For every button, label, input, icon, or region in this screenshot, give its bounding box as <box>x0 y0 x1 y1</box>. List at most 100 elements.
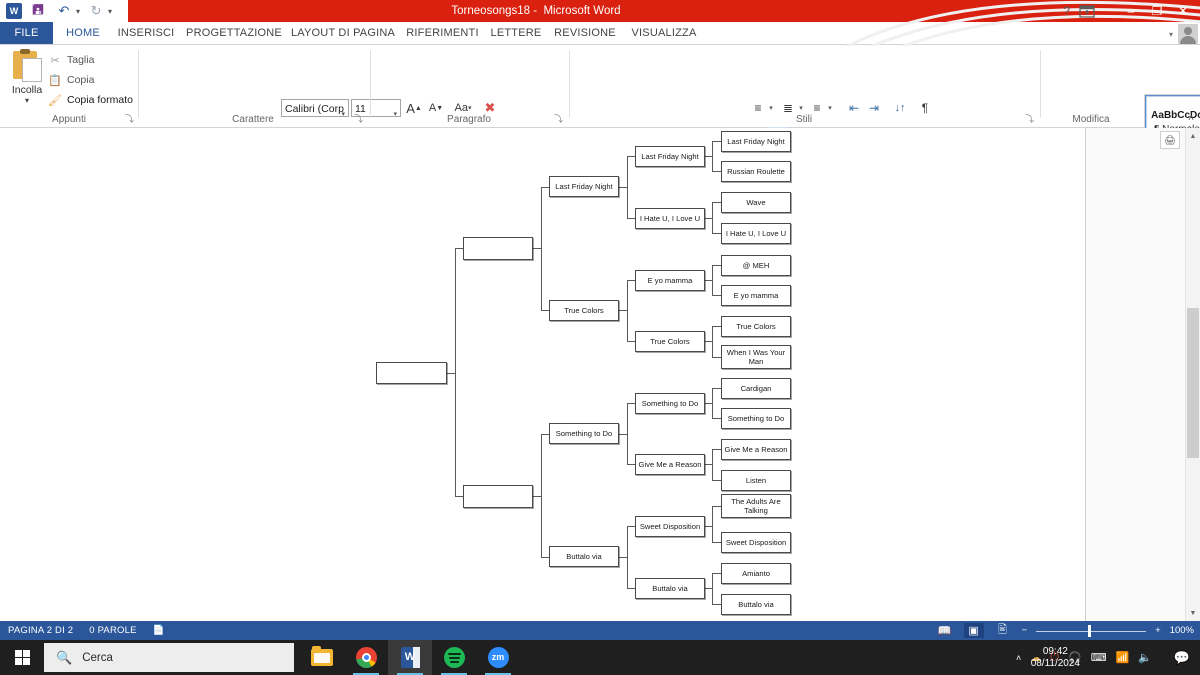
bracket-node-r1-9[interactable]: Cardigan <box>721 378 791 399</box>
cut-button[interactable]: ✂ Taglia <box>48 53 94 67</box>
save-icon[interactable]: 🖪 <box>28 1 48 21</box>
zoom-icon[interactable] <box>476 640 520 675</box>
wifi-icon[interactable]: 📶 <box>1116 651 1130 664</box>
zoom-thumb[interactable] <box>1088 624 1092 637</box>
avatar[interactable] <box>1178 24 1198 44</box>
redo-icon[interactable]: ↻ <box>86 1 106 21</box>
help-icon[interactable]: ? <box>1063 0 1070 22</box>
tab-home[interactable]: HOME <box>56 22 110 45</box>
page-indicator[interactable]: PAGINA 2 DI 2 <box>8 625 73 636</box>
bracket-node-r1-1[interactable]: Last Friday Night <box>721 131 791 152</box>
bracket-node-r1-12[interactable]: Listen <box>721 470 791 491</box>
bracket-node-r3-4[interactable]: Buttalo via <box>549 546 619 567</box>
bracket-node-r3-1[interactable]: Last Friday Night <box>549 176 619 197</box>
zoom-in-button[interactable]: + <box>1155 625 1161 636</box>
bracket-node-r1-7[interactable]: True Colors <box>721 316 791 337</box>
bracket-node-r1-15[interactable]: Amianto <box>721 563 791 584</box>
paste-caret-icon[interactable]: ▾ <box>6 96 48 105</box>
bracket-node-r1-5[interactable]: @ MEH <box>721 255 791 276</box>
format-painter-button[interactable]: 🖌 Copia formato <box>48 93 133 107</box>
customize-qat-icon[interactable]: ▾ <box>108 7 112 16</box>
copy-label: Copia <box>67 74 95 86</box>
bracket-node-r2-4[interactable]: True Colors <box>635 331 705 352</box>
bracket-node-r1-13[interactable]: The Adults Are Talking <box>721 494 791 518</box>
web-layout-icon[interactable]: 🖹 <box>993 623 1013 638</box>
action-center-icon[interactable]: 💬 <box>1174 640 1190 675</box>
zoom-level[interactable]: 100% <box>1170 625 1194 636</box>
appunti-dialog-launcher[interactable]: ⤵ <box>125 112 134 125</box>
bracket-node-r3-2[interactable]: True Colors <box>549 300 619 321</box>
tab-visualizza[interactable]: VISUALIZZA <box>625 22 703 45</box>
close-button[interactable]: ✕ <box>1170 1 1196 21</box>
print-layout-icon[interactable]: ▣ <box>963 623 984 638</box>
bracket-node-r1-11[interactable]: Give Me a Reason <box>721 439 791 460</box>
carattere-dialog-launcher[interactable]: ⤵ <box>354 112 363 125</box>
bracket-node-r2-1[interactable]: Last Friday Night <box>635 146 705 167</box>
word-icon[interactable] <box>388 640 432 675</box>
search-input[interactable]: 🔍 Cerca <box>44 643 294 672</box>
bracket-node-final[interactable] <box>376 362 447 384</box>
zoom-out-button[interactable]: − <box>1022 625 1028 636</box>
tab-inserisci[interactable]: INSERISCI <box>112 22 180 45</box>
tab-revisione[interactable]: REVISIONE <box>547 22 623 45</box>
word-icon[interactable] <box>6 3 22 19</box>
group-modifica: 👓 Trova ▾ ab→ac Sostituisci ➔ Seleziona … <box>1041 45 1161 127</box>
copy-button[interactable]: 📋 Copia <box>48 73 94 87</box>
vertical-scrollbar[interactable]: ▲ ▼ <box>1185 128 1200 621</box>
paste-label: Incolla <box>11 84 43 96</box>
scroll-down-icon[interactable]: ▼ <box>1186 605 1200 621</box>
keyboard-icon[interactable]: ⌨ <box>1091 651 1107 664</box>
bracket-node-r1-2[interactable]: Russian Roulette <box>721 161 791 182</box>
zoom-track <box>1036 630 1147 632</box>
minimize-button[interactable]: – <box>1118 1 1144 21</box>
paragrafo-dialog-launcher[interactable]: ⤵ <box>554 112 563 125</box>
read-mode-icon[interactable]: 📖 <box>935 623 955 638</box>
group-label-carattere: Carattere <box>232 114 274 125</box>
clock[interactable]: 09:42 08/11/2024 <box>1031 640 1080 675</box>
word-count[interactable]: 0 PAROLE <box>89 625 136 636</box>
paste-button[interactable]: Incolla ▾ <box>6 49 48 105</box>
bracket-node-r1-4[interactable]: I Hate U, I Love U <box>721 223 791 244</box>
bracket-node-r1-14[interactable]: Sweet Disposition <box>721 532 791 553</box>
scroll-up-icon[interactable]: ▲ <box>1186 128 1200 144</box>
chrome-icon[interactable] <box>344 640 388 675</box>
bracket-node-r1-3[interactable]: Wave <box>721 192 791 213</box>
bracket-node-r2-2[interactable]: I Hate U, I Love U <box>635 208 705 229</box>
bracket-node-r4-2[interactable] <box>463 485 533 508</box>
tray-overflow-icon[interactable]: ˄ <box>1016 653 1021 663</box>
copy-icon: 📋 <box>48 74 62 87</box>
clock-date: 08/11/2024 <box>1030 657 1080 669</box>
bracket-node-r2-6[interactable]: Give Me a Reason <box>635 454 705 475</box>
bracket-node-r1-16[interactable]: Buttalo via <box>721 594 791 615</box>
tab-riferimenti[interactable]: RIFERIMENTI <box>400 22 485 45</box>
proofing-errors-icon[interactable]: 📄 <box>153 625 165 636</box>
bracket-node-r2-3[interactable]: E yo mamma <box>635 270 705 291</box>
bracket-node-r3-3[interactable]: Something to Do <box>549 423 619 444</box>
scissors-icon: ✂ <box>50 54 60 67</box>
spotify-icon[interactable] <box>432 640 476 675</box>
bracket-node-r2-5[interactable]: Something to Do <box>635 393 705 414</box>
tab-layout-di-pagina[interactable]: LAYOUT DI PAGINA <box>288 22 398 45</box>
bracket-node-r1-6[interactable]: E yo mamma <box>721 285 791 306</box>
restore-button[interactable]: ❐ <box>1144 1 1170 21</box>
tab-progettazione[interactable]: PROGETTAZIONE <box>182 22 286 45</box>
tab-lettere[interactable]: LETTERE <box>487 22 545 45</box>
bracket-node-r2-8[interactable]: Buttalo via <box>635 578 705 599</box>
zoom-slider[interactable] <box>1036 624 1147 638</box>
bracket-node-r1-8[interactable]: When I Was Your Man <box>721 345 791 369</box>
bracket-node-r4-1[interactable] <box>463 237 533 260</box>
account-area[interactable]: ▾ <box>1169 22 1198 46</box>
volume-icon[interactable]: 🔈 <box>1138 651 1152 664</box>
collapse-ribbon-icon[interactable]: ˄ <box>1188 113 1194 124</box>
undo-icon[interactable]: ↶ <box>54 1 74 21</box>
bracket-node-r1-10[interactable]: Something to Do <box>721 408 791 429</box>
file-explorer-icon[interactable] <box>300 640 344 675</box>
chevron-down-icon[interactable]: ▾ <box>1169 30 1173 39</box>
group-label-paragrafo: Paragrafo <box>447 114 491 125</box>
windows-start-icon[interactable] <box>0 640 44 675</box>
undo-dropdown-icon[interactable]: ▾ <box>76 7 80 16</box>
ribbon-display-options-icon[interactable] <box>1078 2 1096 20</box>
tab-file[interactable]: FILE <box>0 22 53 45</box>
bracket-node-r2-7[interactable]: Sweet Disposition <box>635 516 705 537</box>
scrollbar-thumb[interactable] <box>1187 308 1199 458</box>
